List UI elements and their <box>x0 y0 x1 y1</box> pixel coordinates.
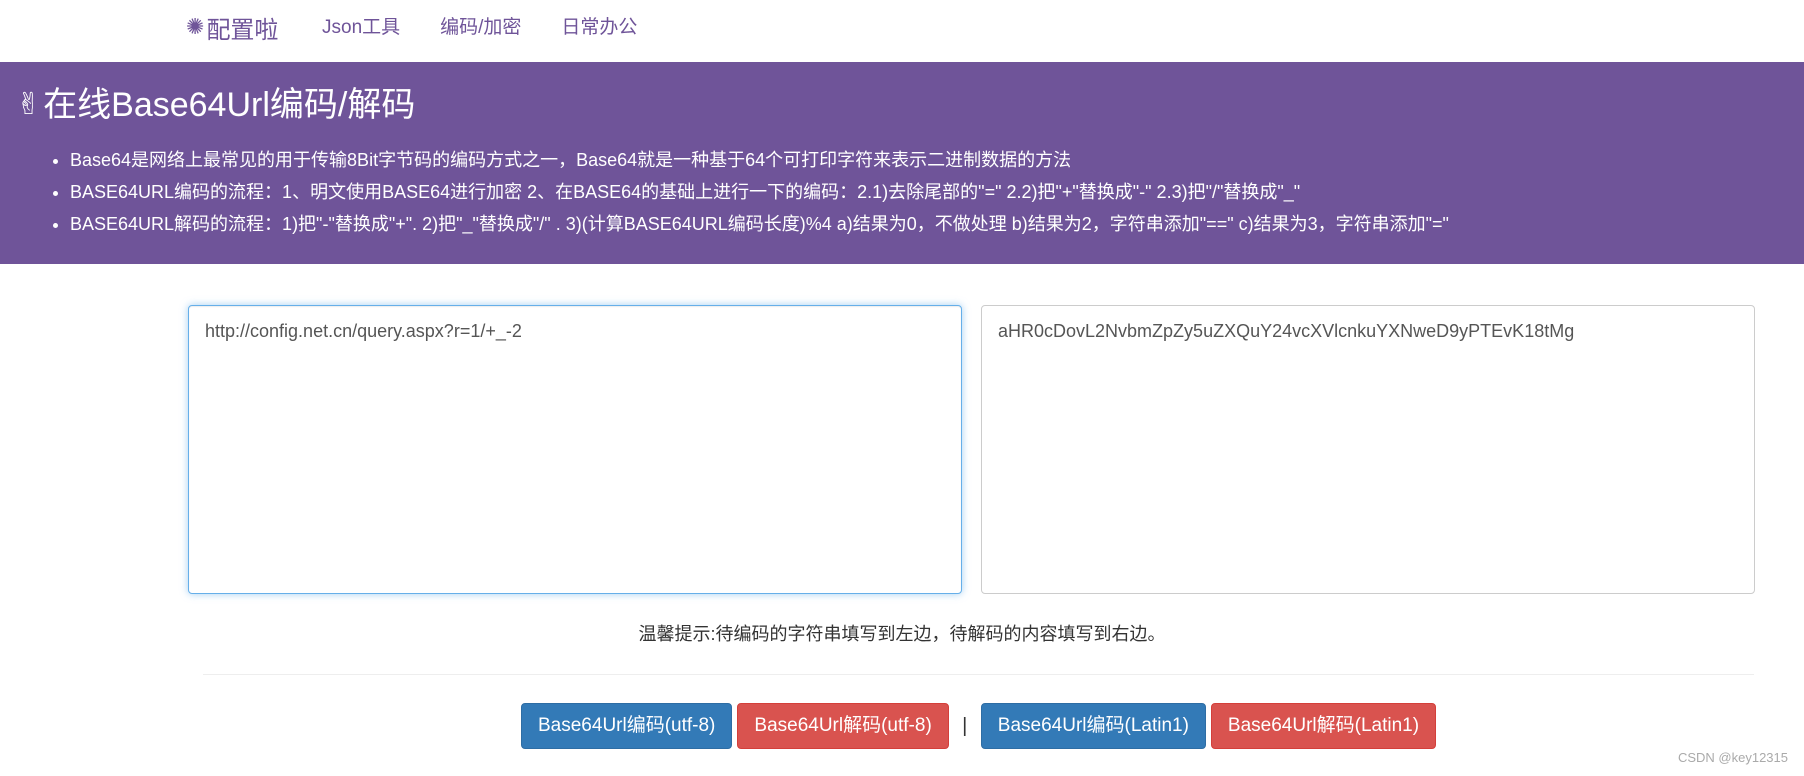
hint-text: 温馨提示:待编码的字符串填写到左边，待解码的内容填写到右边。 <box>638 624 1166 644</box>
description-list: Base64是网络上最常见的用于传输8Bit字节码的编码方式之一，Base64就… <box>26 144 1449 240</box>
description-item: BASE64URL解码的流程：1)把"-"替换成"+". 2)把"_"替换成"/… <box>70 208 1449 240</box>
decode-utf8-button[interactable]: Base64Url解码(utf-8) <box>737 703 949 749</box>
divider <box>203 674 1754 675</box>
decode-latin1-button[interactable]: Base64Url解码(Latin1) <box>1210 703 1437 749</box>
hero-header: ✌ 在线Base64Url编码/解码 Base64是网络上最常见的用于传输8Bi… <box>0 62 1804 264</box>
page-title-text: 在线Base64Url编码/解码 <box>43 86 416 124</box>
victory-hand-icon: ✌ <box>16 88 42 121</box>
flower-icon: ✺ <box>186 14 205 39</box>
output-textarea[interactable] <box>981 305 1755 594</box>
nav-link-json-tools[interactable]: Json工具 <box>322 12 400 44</box>
nav-link-office[interactable]: 日常办公 <box>561 12 637 44</box>
encode-latin1-button[interactable]: Base64Url编码(Latin1) <box>980 703 1206 749</box>
action-buttons: Base64Url编码(utf-8) Base64Url解码(utf-8) | … <box>521 703 1437 749</box>
nav-link-encoding[interactable]: 编码/加密 <box>440 12 521 44</box>
nav-links: Json工具 编码/加密 日常办公 <box>322 12 677 44</box>
page-title: ✌ 在线Base64Url编码/解码 <box>16 82 415 128</box>
encode-utf8-button[interactable]: Base64Url编码(utf-8) <box>521 703 733 749</box>
description-item: BASE64URL编码的流程：1、明文使用BASE64进行加密 2、在BASE6… <box>70 176 1449 208</box>
input-textarea[interactable] <box>188 305 962 594</box>
description-item: Base64是网络上最常见的用于传输8Bit字节码的编码方式之一，Base64就… <box>70 144 1449 176</box>
brand-label: 配置啦 <box>206 16 279 44</box>
button-separator: | <box>962 714 968 737</box>
watermark: CSDN @key12315 <box>1677 750 1788 765</box>
top-navbar: ✺ 配置啦 Json工具 编码/加密 日常办公 <box>0 0 1804 62</box>
brand-link[interactable]: ✺ 配置啦 <box>186 11 279 44</box>
